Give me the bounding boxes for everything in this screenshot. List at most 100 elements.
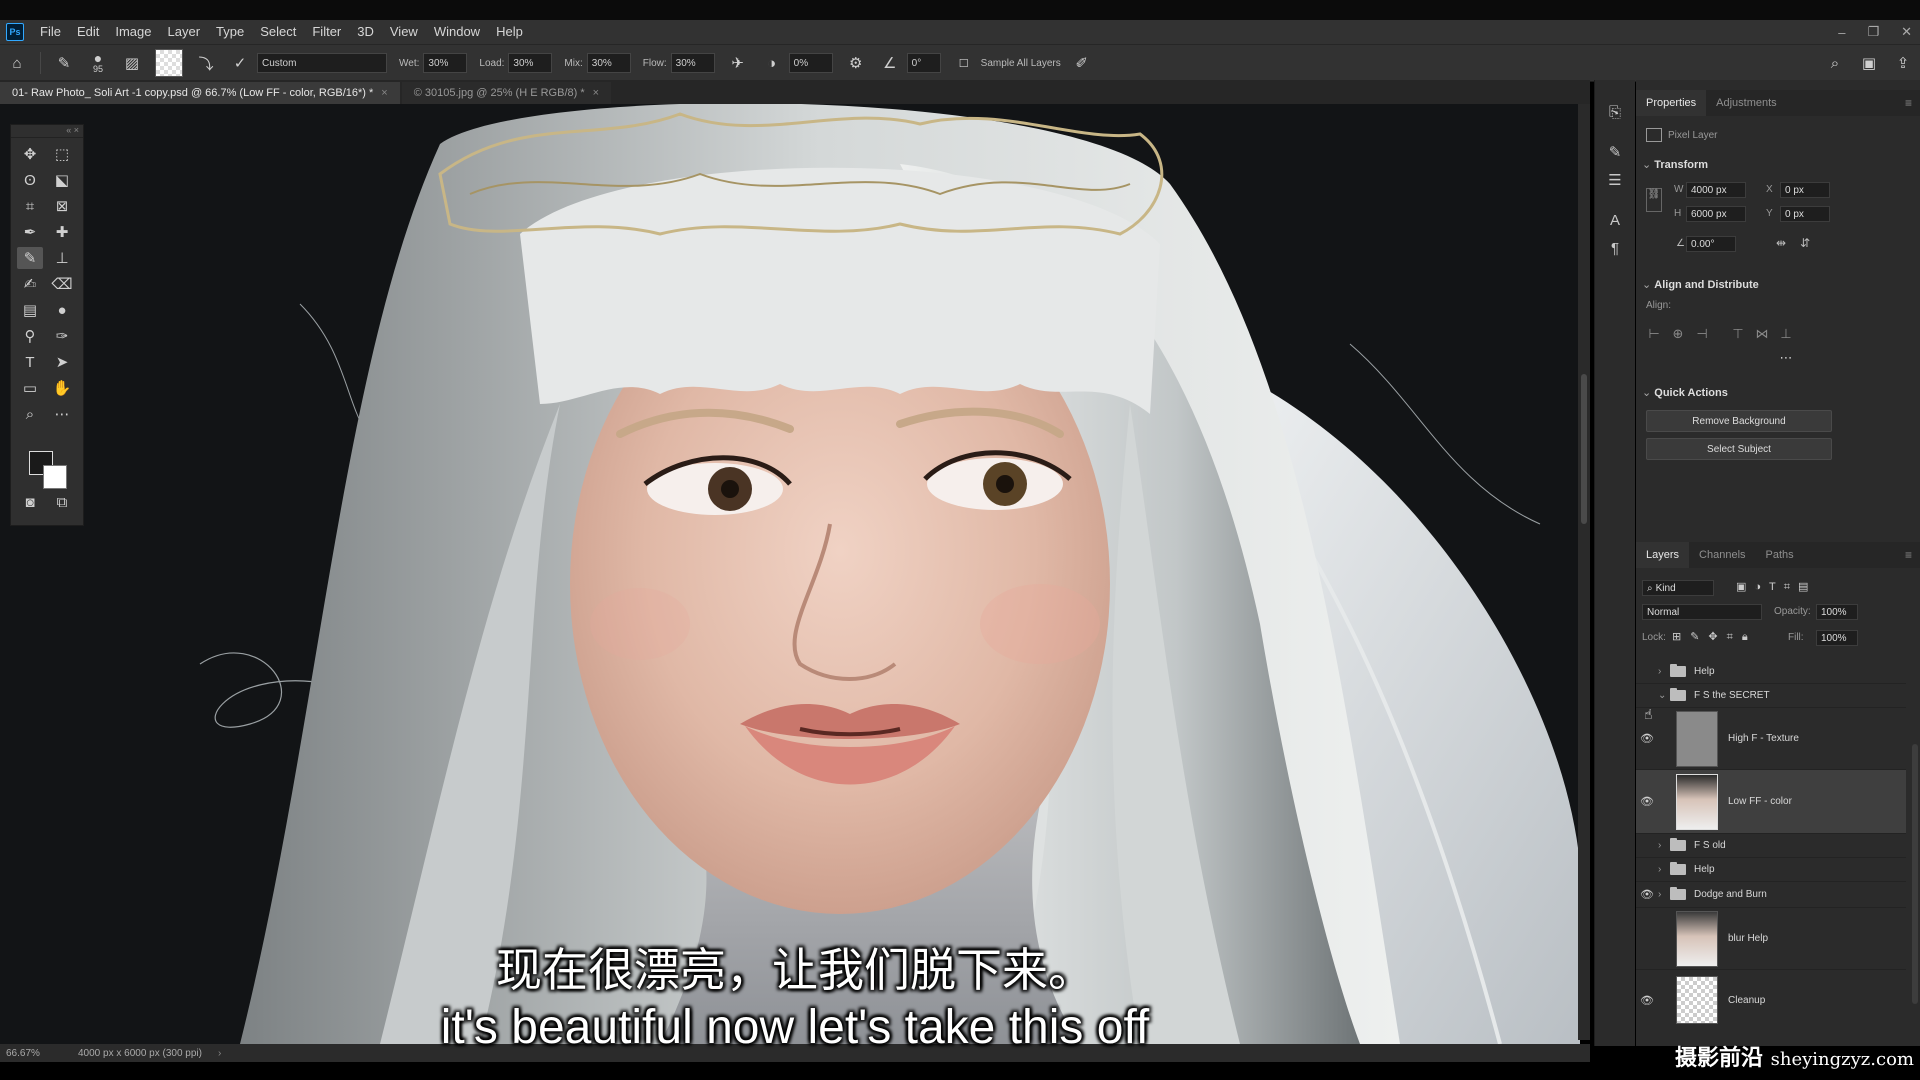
- canvas-vertical-scrollbar[interactable]: [1578, 104, 1590, 1040]
- y-field[interactable]: 0 px: [1780, 206, 1830, 222]
- align-left-icon[interactable]: ⊢: [1646, 326, 1662, 342]
- eye-icon[interactable]: 👁︎: [1636, 888, 1658, 901]
- eyedropper-tool-icon[interactable]: ✒: [17, 221, 43, 243]
- share-icon[interactable]: ⇪: [1892, 52, 1914, 74]
- layer-cleanup[interactable]: 👁︎ Cleanup: [1636, 970, 1906, 1030]
- layer-blur-help[interactable]: blur Help: [1636, 908, 1906, 970]
- type-tool-icon[interactable]: T: [17, 351, 43, 373]
- object-select-tool-icon[interactable]: ⬕: [49, 169, 75, 191]
- link-icon[interactable]: ⛓: [1646, 188, 1662, 212]
- tab-paths[interactable]: Paths: [1756, 542, 1804, 568]
- x-field[interactable]: 0 px: [1780, 182, 1830, 198]
- menu-view[interactable]: View: [382, 20, 426, 44]
- menu-file[interactable]: File: [32, 20, 69, 44]
- frame-tool-icon[interactable]: ⊠: [49, 195, 75, 217]
- home-icon[interactable]: ⌂: [6, 52, 28, 74]
- screen-mode-icon[interactable]: ⧉: [49, 491, 75, 513]
- tab-raw-photo[interactable]: 01- Raw Photo_ Soli Art -1 copy.psd @ 66…: [0, 82, 400, 104]
- character-icon[interactable]: A: [1603, 208, 1627, 232]
- lock-icons[interactable]: ⊞✎✥⌗🔒︎: [1672, 630, 1757, 644]
- document-canvas[interactable]: [0, 104, 1580, 1044]
- chevron-right-icon[interactable]: ›: [1658, 840, 1670, 851]
- minimize-button[interactable]: –: [1838, 25, 1845, 40]
- eye-icon[interactable]: 👁︎: [1636, 795, 1658, 808]
- close-button[interactable]: ✕: [1901, 24, 1912, 40]
- align-center-icon[interactable]: ⊕: [1670, 326, 1686, 342]
- more-tools-icon[interactable]: ⋯: [49, 403, 75, 425]
- path-select-tool-icon[interactable]: ➤: [49, 351, 75, 373]
- dodge-tool-icon[interactable]: ⚲: [17, 325, 43, 347]
- flow-field[interactable]: 30%: [670, 53, 715, 73]
- align-middle-icon[interactable]: ⋈: [1754, 326, 1770, 342]
- layer-fs-the-secret[interactable]: ⌄ F S the SECRET: [1636, 684, 1906, 708]
- quick-actions-title[interactable]: Quick Actions: [1642, 386, 1728, 399]
- chevron-right-icon[interactable]: ›: [1658, 666, 1670, 677]
- clean-brush-icon[interactable]: ✓: [229, 52, 251, 74]
- current-brush-load-swatch[interactable]: [155, 49, 183, 77]
- brush-settings-icon[interactable]: ✎: [1603, 140, 1627, 164]
- panel-menu-icon[interactable]: ≡: [1905, 96, 1912, 110]
- fill-field[interactable]: 100%: [1816, 630, 1858, 646]
- eye-icon[interactable]: 👁︎: [1636, 994, 1658, 1007]
- opacity-field[interactable]: 100%: [1816, 604, 1858, 620]
- menu-type[interactable]: Type: [208, 20, 252, 44]
- gradient-tool-icon[interactable]: ▤: [17, 299, 43, 321]
- zoom-tool-icon[interactable]: ⌕: [17, 403, 43, 425]
- pressure-icon[interactable]: ✐: [1071, 52, 1093, 74]
- close-icon[interactable]: ×: [593, 87, 599, 99]
- more-options-icon[interactable]: ⋯: [1778, 350, 1794, 366]
- angle-field[interactable]: 0.00°: [1686, 236, 1736, 252]
- flip-vertical-icon[interactable]: ⇵: [1800, 236, 1810, 250]
- smoothing-field[interactable]: 0%: [788, 53, 833, 73]
- move-tool-icon[interactable]: ✥: [17, 143, 43, 165]
- paragraph-icon[interactable]: ¶: [1603, 236, 1627, 260]
- chevron-right-icon[interactable]: ›: [1658, 889, 1670, 900]
- menu-filter[interactable]: Filter: [304, 20, 349, 44]
- mixer-brush-tool-icon[interactable]: ✎: [53, 52, 75, 74]
- menu-help[interactable]: Help: [488, 20, 531, 44]
- brush-preset-picker[interactable]: ● 95: [87, 51, 109, 74]
- scrollbar-thumb[interactable]: [1581, 374, 1587, 524]
- tab-channels[interactable]: Channels: [1689, 542, 1755, 568]
- hand-tool-icon[interactable]: ✋: [49, 377, 75, 399]
- flip-horizontal-icon[interactable]: ⇹: [1776, 236, 1786, 250]
- collapse-icon[interactable]: « ×: [11, 125, 83, 138]
- chevron-right-icon[interactable]: ›: [1658, 864, 1670, 875]
- background-color-swatch[interactable]: [43, 465, 67, 489]
- blur-tool-icon[interactable]: ●: [49, 299, 75, 321]
- menu-image[interactable]: Image: [107, 20, 159, 44]
- adjustments-icon[interactable]: ☰: [1603, 168, 1627, 192]
- mixer-brush-tool-icon[interactable]: ✎: [17, 247, 43, 269]
- width-field[interactable]: 4000 px: [1686, 182, 1746, 198]
- align-bottom-icon[interactable]: ⊥: [1778, 326, 1794, 342]
- history-brush-tool-icon[interactable]: ✍: [17, 273, 43, 295]
- pen-tool-icon[interactable]: ✑: [49, 325, 75, 347]
- sample-all-checkbox[interactable]: ☐: [953, 52, 975, 74]
- select-subject-button[interactable]: Select Subject: [1646, 438, 1832, 460]
- tab-30105[interactable]: © 30105.jpg @ 25% (H E RGB/8) * ×: [401, 82, 612, 104]
- healing-brush-tool-icon[interactable]: ✚: [49, 221, 75, 243]
- tab-layers[interactable]: Layers: [1636, 542, 1690, 568]
- transform-title[interactable]: Transform: [1642, 158, 1708, 171]
- restore-button[interactable]: ❐: [1867, 24, 1879, 40]
- wet-field[interactable]: 30%: [423, 53, 468, 73]
- airbrush-icon[interactable]: ✈: [727, 52, 749, 74]
- align-right-icon[interactable]: ⊣: [1694, 326, 1710, 342]
- brush-settings-icon[interactable]: ▨: [121, 52, 143, 74]
- layers-scrollbar[interactable]: [1912, 744, 1918, 1004]
- mix-field[interactable]: 30%: [586, 53, 631, 73]
- lasso-tool-icon[interactable]: ʘ: [17, 169, 43, 191]
- tab-properties[interactable]: Properties: [1636, 90, 1707, 116]
- align-top-icon[interactable]: ⊤: [1730, 326, 1746, 342]
- history-icon[interactable]: ⎘: [1603, 100, 1627, 124]
- workspace-icon[interactable]: ▣: [1858, 52, 1880, 74]
- quick-mask-icon[interactable]: ◙: [17, 491, 43, 513]
- eye-icon[interactable]: 👁︎: [1636, 732, 1658, 745]
- menu-select[interactable]: Select: [252, 20, 304, 44]
- search-icon[interactable]: ⌕: [1824, 52, 1846, 74]
- align-distribute-title[interactable]: Align and Distribute: [1642, 278, 1759, 291]
- clone-stamp-tool-icon[interactable]: ⊥: [49, 247, 75, 269]
- panel-menu-icon[interactable]: ≡: [1905, 548, 1912, 562]
- marquee-tool-icon[interactable]: ⬚: [49, 143, 75, 165]
- height-field[interactable]: 6000 px: [1686, 206, 1746, 222]
